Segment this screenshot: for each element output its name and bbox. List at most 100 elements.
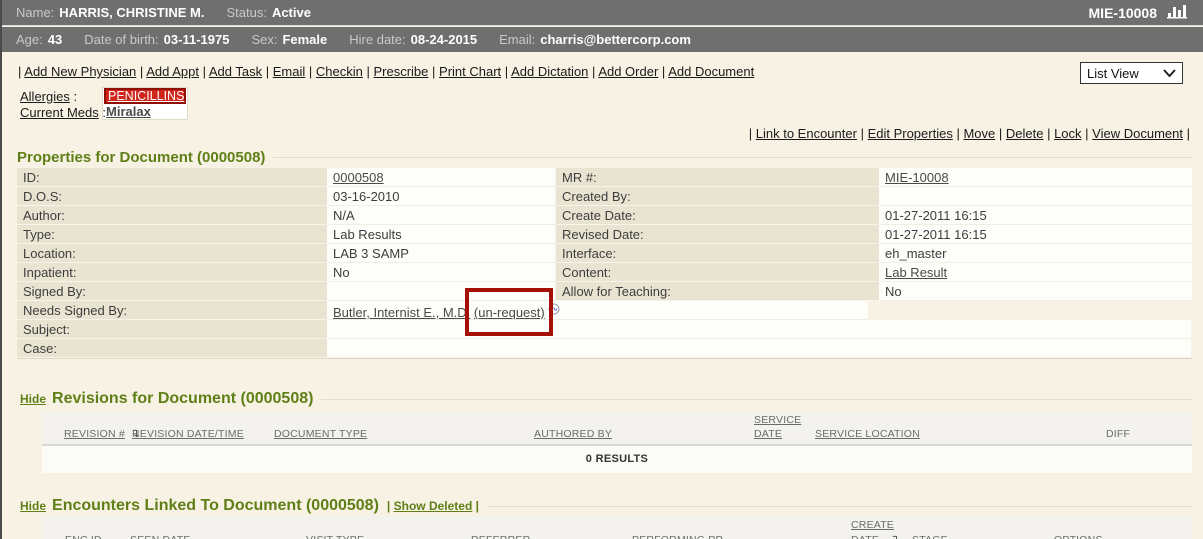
prop-value (327, 282, 555, 301)
prop-value: N/A (327, 206, 555, 225)
revisions-hide-link[interactable]: Hide (20, 392, 46, 406)
heading-rule (273, 157, 1192, 158)
hire-date-value: 08-24-2015 (411, 32, 478, 47)
sex-value: Female (282, 32, 327, 47)
heading-rule (321, 399, 1192, 400)
mr-number-link[interactable]: MIE-10008 (885, 170, 949, 185)
prop-label: ID: (17, 168, 327, 187)
menu-add-dictation[interactable]: Add Dictation (511, 64, 588, 79)
prop-value: eh_master (879, 244, 1192, 263)
email-value: charris@bettercorp.com (540, 32, 691, 47)
col-service-date[interactable]: SERVICE (754, 414, 801, 426)
menu-add-task[interactable]: Add Task (209, 64, 262, 79)
col-stage[interactable]: STAGE (912, 534, 948, 539)
med-miralax[interactable]: Miralax (106, 104, 151, 119)
encounters-hide-link[interactable]: Hide (20, 499, 46, 513)
action-move[interactable]: Move (963, 126, 995, 141)
action-link-to-encounter[interactable]: Link to Encounter (756, 126, 857, 141)
view-select[interactable]: List View (1080, 62, 1183, 84)
menu-prescribe[interactable]: Prescribe (373, 64, 428, 79)
property-row: Location: LAB 3 SAMP Interface: eh_maste… (17, 244, 1192, 263)
document-actions: | Link to Encounter | Edit Properties | … (749, 126, 1190, 141)
prop-label: Author: (17, 206, 327, 225)
current-meds-link[interactable]: Current Meds (20, 105, 99, 120)
col-options: OPTIONS (1054, 534, 1103, 539)
menu-print-chart[interactable]: Print Chart (439, 64, 501, 79)
prop-label: Needs Signed By: (17, 301, 327, 320)
age-value: 43 (48, 32, 62, 47)
col-visit-type[interactable]: VISIT TYPE (306, 534, 364, 539)
menu-add-appt[interactable]: Add Appt (146, 64, 199, 79)
col-service-date[interactable]: DATE (754, 428, 782, 440)
show-deleted-wrap: Show Deleted (387, 499, 479, 513)
col-performing-pr[interactable]: PERFORMING PR (632, 534, 723, 539)
properties-table: ID: 0000508 MR #: MIE-10008 D.O.S: 03-16… (17, 168, 1192, 359)
col-create-date[interactable]: CREATE (851, 519, 894, 531)
prop-value: 03-16-2010 (327, 187, 555, 206)
prop-label: Revised Date: (556, 225, 879, 244)
prop-value (327, 339, 1191, 358)
bar-chart-icon[interactable] (1167, 3, 1189, 22)
mr-number: MIE-10008 (1089, 5, 1157, 21)
patient-demographics: Age: 43 Date of birth: 03-11-1975 Sex: F… (2, 27, 1203, 52)
prop-value: No (327, 263, 555, 282)
col-diff: DIFF (1106, 428, 1130, 440)
menu-add-new-physician[interactable]: Add New Physician (24, 64, 136, 79)
prop-label: Create Date: (556, 206, 879, 225)
col-service-location[interactable]: SERVICE LOCATION (815, 428, 920, 440)
current-meds-label: Current Meds (20, 105, 106, 120)
prop-label: MR #: (556, 168, 879, 187)
dob-label: Date of birth: (84, 32, 158, 47)
revisions-table: REVISION # ↴ REVISION DATE/TIME DOCUMENT… (42, 412, 1192, 473)
allergies-link[interactable]: Allergies (20, 89, 70, 104)
encounters-table: CREATE ENC ID SEEN DATE VISIT TYPE REFER… (42, 516, 1192, 539)
action-lock[interactable]: Lock (1054, 126, 1081, 141)
prop-value: 01-27-2011 16:15 (879, 225, 1192, 244)
col-create-date[interactable]: DATE (851, 534, 879, 539)
prop-value: 0000508 (327, 168, 555, 187)
property-row: Inpatient: No Content: Lab Result (17, 263, 1192, 282)
col-revision-num[interactable]: REVISION # (64, 428, 125, 440)
prop-value (879, 187, 1192, 206)
age-label: Age: (16, 32, 43, 47)
encounters-title: Encounters Linked To Document (0000508) (52, 497, 379, 515)
revisions-empty-row: 0 RESULTS (42, 446, 1192, 473)
signature-icon[interactable] (548, 301, 560, 320)
action-view-document[interactable]: View Document (1092, 126, 1183, 141)
col-seen-date[interactable]: SEEN DATE (130, 534, 191, 539)
un-request-link[interactable]: (un-request) (474, 305, 545, 320)
menu-add-document[interactable]: Add Document (668, 64, 754, 79)
property-row: Subject: (17, 320, 1192, 339)
email-label: Email: (499, 32, 535, 47)
prop-value: Butler, Internist E., M.D. (un-request) (327, 301, 868, 320)
col-authored-by[interactable]: AUTHORED BY (534, 428, 612, 440)
menu-checkin[interactable]: Checkin (316, 64, 363, 79)
allergy-penicillins[interactable]: PENICILLINS (104, 88, 186, 104)
action-edit-properties[interactable]: Edit Properties (868, 126, 953, 141)
content-lab-result-link[interactable]: Lab Result (885, 265, 947, 280)
col-referrer[interactable]: REFERRER (471, 534, 530, 539)
prop-label: Signed By: (17, 282, 327, 301)
sort-descending-icon[interactable]: ↴ (890, 532, 900, 539)
prop-label: Content: (556, 263, 879, 282)
show-deleted-link[interactable]: Show Deleted (394, 499, 473, 513)
patient-name: HARRIS, CHRISTINE M. (59, 5, 204, 20)
dob-value: 03-11-1975 (164, 32, 230, 47)
menu-add-order[interactable]: Add Order (598, 64, 658, 79)
col-revision-datetime[interactable]: REVISION DATE/TIME (132, 428, 244, 440)
chevron-down-icon (1163, 69, 1176, 77)
revisions-header-row: REVISION # ↴ REVISION DATE/TIME DOCUMENT… (42, 412, 1192, 446)
col-document-type[interactable]: DOCUMENT TYPE (274, 428, 367, 440)
needs-signed-by-link[interactable]: Butler, Internist E., M.D. (333, 305, 470, 320)
property-row: ID: 0000508 MR #: MIE-10008 (17, 168, 1192, 187)
col-enc-id[interactable]: ENC ID (65, 534, 102, 539)
prop-label: Created By: (556, 187, 879, 206)
revisions-title: Revisions for Document (0000508) (52, 390, 313, 408)
menu-email[interactable]: Email (273, 64, 306, 79)
prop-value (327, 320, 1191, 339)
action-delete[interactable]: Delete (1006, 126, 1044, 141)
doc-id-link[interactable]: 0000508 (333, 170, 384, 185)
prop-label: Location: (17, 244, 327, 263)
prop-label: Inpatient: (17, 263, 327, 282)
sex-label: Sex: (251, 32, 277, 47)
